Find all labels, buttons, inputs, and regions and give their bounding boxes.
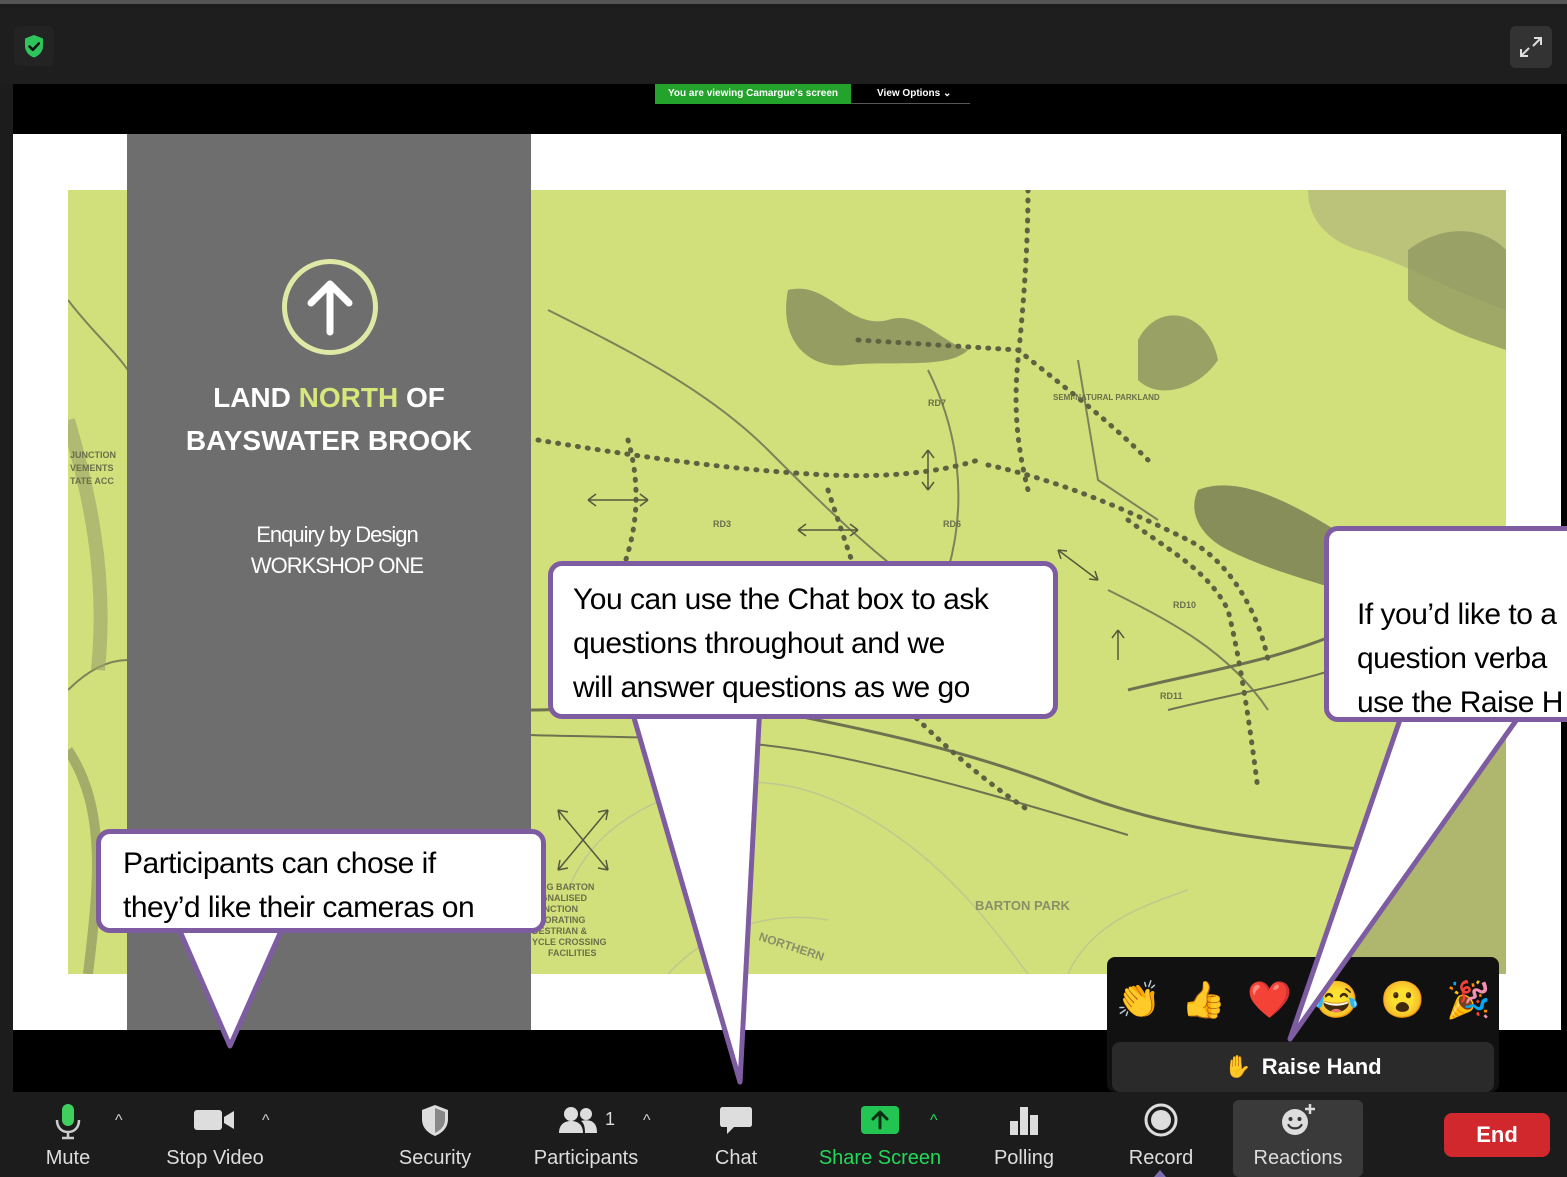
map-label: LOWER FARM — [1408, 783, 1463, 792]
map-label: YCLE CROSSING — [532, 937, 607, 947]
screen-share-banner: You are viewing Camargue's screen View O… — [655, 84, 971, 104]
record-button[interactable]: Record — [1118, 1092, 1204, 1177]
raise-hand-callout-line: If you’d like to a — [1357, 598, 1557, 631]
polling-button[interactable]: Polling — [986, 1092, 1062, 1177]
polling-label: Polling — [993, 1147, 1055, 1169]
security-button[interactable]: Security — [390, 1092, 480, 1177]
participants-button[interactable]: 1 Participants — [528, 1092, 644, 1177]
reactions-label: Reactions — [1253, 1147, 1343, 1169]
map-label: RD11 — [1160, 691, 1183, 701]
zoom-meeting-window: You are viewing Camargue's screen View O… — [0, 0, 1567, 1177]
share-options-caret[interactable]: ^ — [930, 1112, 938, 1130]
slide-title-line1: LAND NORTH OF — [127, 382, 531, 414]
map-label: RD6 — [943, 519, 961, 529]
stop-video-label: Stop Video — [166, 1147, 264, 1169]
top-bar — [0, 8, 1567, 84]
slide-title-highlight: NORTH — [298, 382, 399, 413]
record-icon — [1144, 1103, 1178, 1136]
party-emoji-button[interactable]: 🎉 — [1446, 978, 1491, 1022]
raise-hand-callout-line: question verba — [1357, 642, 1547, 675]
raise-hand-callout: If you’d like to a question verba use th… — [1324, 526, 1567, 722]
map-label: FACILITIES — [548, 948, 597, 958]
chat-callout-line: will answer questions as we go — [573, 671, 970, 704]
clap-emoji-button[interactable]: 👏 — [1116, 978, 1161, 1022]
participants-icon — [558, 1106, 597, 1133]
chat-callout-line: questions throughout and we — [573, 627, 945, 660]
map-label: TATE ACC — [70, 476, 114, 486]
shield-check-icon — [25, 35, 43, 58]
add-reaction-icon — [1282, 1103, 1315, 1135]
record-caret-notch — [1154, 1170, 1166, 1177]
participants-label: Participants — [533, 1147, 639, 1169]
cameras-callout-line: Participants can chose if — [123, 847, 436, 880]
share-screen-icon — [861, 1105, 899, 1134]
record-label: Record — [1128, 1147, 1194, 1169]
reactions-button[interactable]: Reactions — [1238, 1092, 1358, 1177]
slide-title-line2: BAYSWATER BROOK — [185, 425, 473, 456]
participants-options-caret[interactable]: ^ — [643, 1112, 651, 1130]
cameras-callout-line: they’d like their cameras on — [123, 891, 475, 924]
map-label: BARTON PARK — [975, 898, 1070, 913]
raise-hand-button[interactable]: ✋ Raise Hand — [1112, 1042, 1494, 1092]
audio-options-caret[interactable]: ^ — [115, 1112, 123, 1130]
fullscreen-button[interactable] — [1510, 26, 1552, 68]
slide-subtitle-line1: Enquiry by Design — [256, 522, 419, 547]
cameras-callout: Participants can chose if they’d like th… — [96, 829, 546, 933]
security-shield-icon — [422, 1104, 448, 1136]
share-screen-button[interactable]: Share Screen — [812, 1092, 948, 1177]
chat-callout: You can use the Chat box to ask question… — [548, 561, 1058, 719]
chat-label: Chat — [714, 1147, 758, 1169]
surprised-emoji-button[interactable]: 😮 — [1380, 978, 1425, 1022]
stop-video-button[interactable]: Stop Video — [160, 1092, 270, 1177]
map-label: SEMI-NATURAL PARKLAND — [1053, 393, 1160, 402]
mute-label: Mute — [45, 1147, 91, 1169]
chat-callout-line: You can use the Chat box to ask — [573, 583, 989, 616]
slide-title-part: LAND — [213, 382, 299, 413]
view-options-dropdown[interactable]: View Options ⌄ — [851, 84, 971, 104]
microphone-icon — [55, 1103, 81, 1139]
raise-hand-label: Raise Hand — [1261, 1054, 1382, 1079]
viewing-screen-label: You are viewing Camargue's screen — [655, 84, 852, 104]
video-options-caret[interactable]: ^ — [262, 1112, 270, 1130]
share-screen-label: Share Screen — [818, 1147, 942, 1169]
end-meeting-button[interactable]: End — [1444, 1113, 1550, 1157]
map-label: RD3 — [713, 519, 731, 529]
chat-button[interactable]: Chat — [706, 1092, 766, 1177]
slide-subtitle-line2: WORKSHOP ONE — [250, 553, 424, 578]
map-label: VEMENTS — [70, 463, 114, 473]
mute-button[interactable]: Mute — [36, 1092, 100, 1177]
north-arrow-icon — [282, 259, 378, 355]
chat-bubble-icon — [720, 1106, 752, 1134]
laugh-emoji-button[interactable]: 😂 — [1314, 978, 1359, 1022]
security-label: Security — [398, 1147, 472, 1169]
slide-title-part: OF — [398, 382, 445, 413]
thumbs-up-emoji-button[interactable]: 👍 — [1181, 978, 1226, 1022]
video-camera-icon — [194, 1109, 234, 1130]
heart-emoji-button[interactable]: ❤️ — [1247, 978, 1292, 1022]
map-label: NORTHERN — [757, 930, 826, 964]
map-label: JUNCTION — [70, 450, 116, 460]
raise-hand-callout-line: use the Raise H — [1357, 686, 1563, 719]
participants-count: 1 — [604, 1109, 615, 1129]
map-label: RD10 — [1173, 600, 1196, 610]
expand-icon — [1520, 37, 1542, 57]
bar-chart-icon — [1010, 1106, 1038, 1135]
raised-hand-icon: ✋ — [1224, 1054, 1252, 1079]
security-status-button[interactable] — [14, 26, 54, 66]
map-label: RD7 — [928, 398, 946, 408]
